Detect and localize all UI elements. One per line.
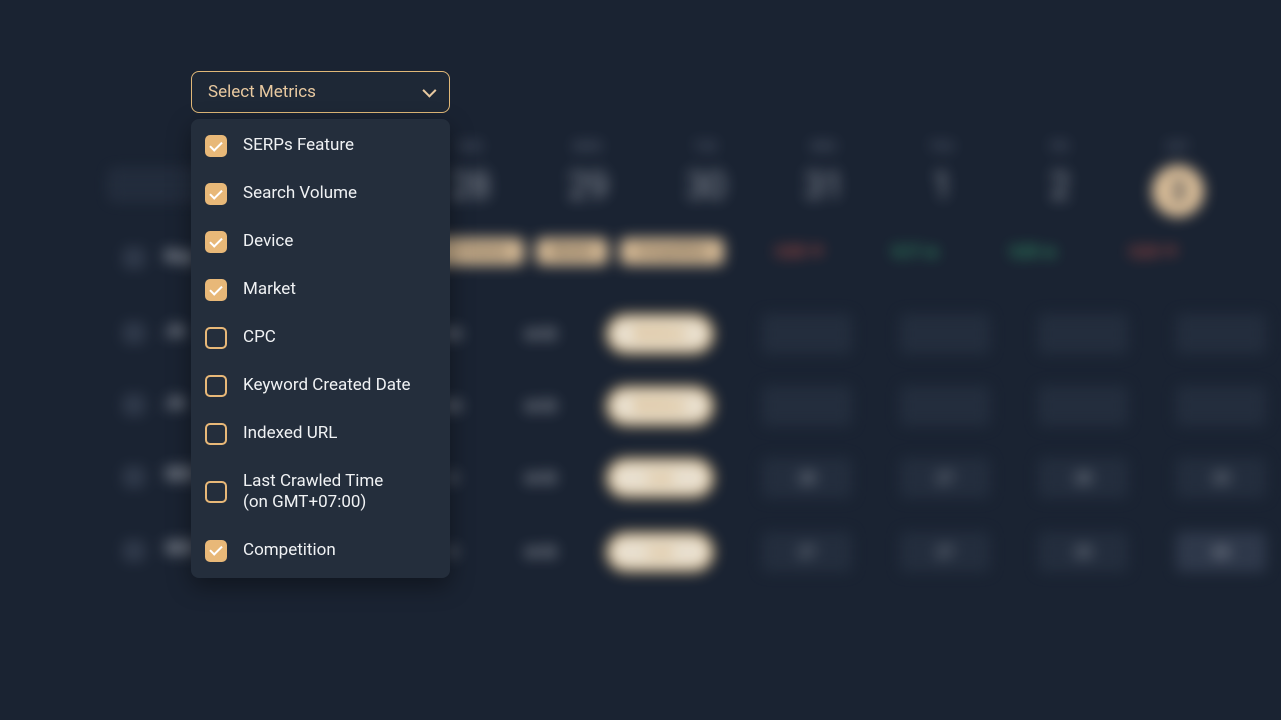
metric-chips-row: ch VolumeMarketCompetition-0,500,170,33-… — [430, 238, 1228, 265]
triangle-up-icon — [1044, 248, 1056, 255]
metric-option-label: Competition — [243, 540, 336, 561]
delta-value: 0,17 — [886, 244, 946, 260]
day-abbr: WED — [794, 140, 854, 153]
select-metrics-menu: SERPs Feature Search Volume Device Market CP… — [191, 119, 450, 578]
metric-option-label: Search Volume — [243, 183, 357, 204]
metric-option-label: Keyword Created Date — [243, 375, 411, 396]
day-cell[interactable] — [1038, 314, 1128, 354]
metric-option[interactable]: Indexed URL — [205, 423, 436, 445]
row-checkbox[interactable] — [125, 324, 143, 342]
day-number-active[interactable]: 3 — [1152, 165, 1204, 217]
metric-option[interactable]: SERPs Feature — [205, 135, 436, 157]
metric-chip[interactable]: Competition — [620, 238, 723, 265]
metric-option[interactable]: Device — [205, 231, 436, 253]
metric-option-label: CPC — [243, 327, 276, 348]
metric-option[interactable]: CPC — [205, 327, 436, 349]
metric-option-label: Market — [243, 279, 296, 300]
calendar-header: SUN28MON29TUE30WED31THU1FRI2SAT3 — [440, 140, 1208, 217]
row-checkbox[interactable] — [125, 542, 143, 560]
day-abbr: SAT — [1148, 140, 1208, 153]
day-abbr: MON — [558, 140, 618, 153]
day-cell[interactable] — [762, 386, 852, 426]
triangle-up-icon — [926, 248, 938, 255]
metric-option[interactable]: Competition — [205, 540, 436, 562]
day-number: 29 — [558, 165, 618, 207]
checkbox-unchecked-icon[interactable] — [205, 327, 227, 349]
select-metrics-dropdown: Select Metrics SERPs Feature Search Volum… — [191, 71, 450, 578]
row-label: Ja — [165, 392, 185, 413]
day-column[interactable]: FRI 2 — [1030, 140, 1090, 217]
triangle-down-icon — [811, 248, 823, 255]
day-number: 2 — [1030, 165, 1090, 207]
delta-value: -0,24 — [1122, 244, 1182, 260]
checkbox-checked-icon[interactable] — [205, 540, 227, 562]
day-cell[interactable] — [900, 314, 990, 354]
day-abbr: TUE — [676, 140, 736, 153]
checkbox-checked-icon[interactable] — [205, 279, 227, 301]
metric-option-label: Last Crawled Time (on GMT+07:00) — [243, 471, 383, 514]
day-cell[interactable]: 68 — [1176, 532, 1266, 572]
metric-option[interactable]: Search Volume — [205, 183, 436, 205]
select-metrics-trigger[interactable]: Select Metrics — [191, 71, 450, 113]
day-cell[interactable]: 28 — [1038, 458, 1128, 498]
checkbox-checked-icon[interactable] — [205, 231, 227, 253]
day-number: 31 — [794, 165, 854, 207]
cell-market: id-ID — [516, 397, 566, 415]
table-row: 00id-IDMedium — [430, 314, 1266, 354]
day-cell[interactable]: 27 — [900, 458, 990, 498]
checkbox-checked-icon[interactable] — [205, 135, 227, 157]
triangle-down-icon — [1165, 248, 1177, 255]
select-metrics-label: Select Metrics — [208, 82, 316, 102]
day-cell[interactable]: 27 — [900, 532, 990, 572]
day-cell[interactable]: 28 — [762, 458, 852, 498]
day-cell[interactable]: 25 — [1038, 532, 1128, 572]
metric-option[interactable]: Keyword Created Date — [205, 375, 436, 397]
cell-market: id-ID — [516, 469, 566, 487]
table-row: 0id-IDLow28272825 — [430, 458, 1266, 498]
day-cell[interactable] — [900, 386, 990, 426]
competition-pill: Low — [606, 532, 714, 572]
day-cell[interactable] — [1176, 386, 1266, 426]
metric-option-label: SERPs Feature — [243, 135, 354, 156]
chevron-down-icon — [422, 84, 436, 98]
row-checkbox[interactable] — [125, 396, 143, 414]
competition-pill: Low — [606, 458, 714, 498]
competition-pill: Medium — [606, 314, 714, 354]
competition-pill: Medium — [606, 386, 714, 426]
day-column[interactable]: TUE 30 — [676, 140, 736, 217]
row-checkbox[interactable] — [125, 468, 143, 486]
day-cell[interactable] — [762, 314, 852, 354]
day-cell[interactable]: 25 — [1176, 458, 1266, 498]
day-cell[interactable] — [1038, 386, 1128, 426]
delta-value: 0,33 — [1004, 244, 1064, 260]
day-cell[interactable]: 27 — [762, 532, 852, 572]
day-abbr: FRI — [1030, 140, 1090, 153]
cell-market: id-ID — [516, 325, 566, 343]
day-cell[interactable] — [1176, 314, 1266, 354]
metric-chip[interactable]: Market — [536, 238, 609, 265]
checkbox-unchecked-icon[interactable] — [205, 423, 227, 445]
table-row: 00id-IDMedium — [430, 386, 1266, 426]
metric-option[interactable]: Last Crawled Time (on GMT+07:00) — [205, 471, 436, 514]
day-column[interactable]: WED 31 — [794, 140, 854, 217]
delta-value: -0,50 — [768, 244, 828, 260]
day-abbr: THU — [912, 140, 972, 153]
metric-option[interactable]: Market — [205, 279, 436, 301]
header-checkbox[interactable] — [125, 249, 143, 267]
metric-option-label: Indexed URL — [243, 423, 337, 444]
cell-market: id-ID — [516, 543, 566, 561]
checkbox-checked-icon[interactable] — [205, 183, 227, 205]
row-label: Ja — [165, 320, 185, 341]
day-column[interactable]: SAT 3 — [1148, 140, 1208, 217]
checkbox-unchecked-icon[interactable] — [205, 481, 227, 503]
checkbox-unchecked-icon[interactable] — [205, 375, 227, 397]
table-row: 0id-IDLow27272568 — [430, 532, 1266, 572]
day-number: 30 — [676, 165, 736, 207]
day-column[interactable]: THU 1 — [912, 140, 972, 217]
day-column[interactable]: MON 29 — [558, 140, 618, 217]
metric-option-label: Device — [243, 231, 293, 252]
day-number: 1 — [912, 165, 972, 207]
